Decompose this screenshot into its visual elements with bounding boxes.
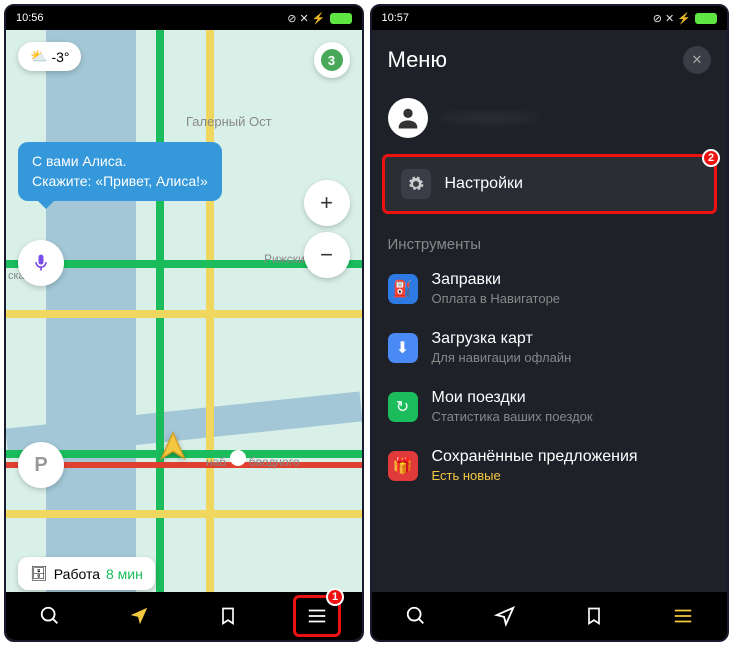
search-button[interactable] <box>392 595 440 637</box>
traffic-chip[interactable]: 3 <box>314 42 350 78</box>
zoom-in-button[interactable]: + <box>304 180 350 226</box>
zoom-out-button[interactable]: − <box>304 232 350 278</box>
menu-button[interactable] <box>659 595 707 637</box>
briefcase-icon: 🗄 <box>30 565 48 582</box>
menu-panel: Меню ✕ Настройки 2 Инструменты ⛽ <box>372 30 728 640</box>
map-canvas[interactable]: Галерный Ост Рижский наб бводного ская у… <box>6 30 362 640</box>
phone-right-menu: 10:57 ⊘ ✕ ⚡ Меню ✕ Настройки 2 <box>370 4 730 642</box>
alisa-bubble[interactable]: С вами Алиса. Скажите: «Привет, Алиса!» <box>18 142 222 201</box>
settings-item[interactable]: Настройки 2 <box>382 154 718 214</box>
section-header-tools: Инструменты <box>372 224 728 259</box>
fuel-icon: ⛽ <box>388 274 418 304</box>
callout-marker-2: 2 <box>702 149 720 167</box>
callout-marker-1: 1 <box>326 588 344 606</box>
avatar <box>388 98 428 138</box>
settings-label: Настройки <box>445 175 699 193</box>
trips-icon: ↻ <box>388 392 418 422</box>
bottom-nav: 1 <box>6 592 362 640</box>
menu-button[interactable]: 1 <box>293 595 341 637</box>
traffic-level: 3 <box>321 49 343 71</box>
status-time: 10:57 <box>382 12 653 24</box>
status-icons: ⊘ ✕ ⚡ <box>287 12 351 25</box>
profile-row[interactable] <box>372 90 728 154</box>
voice-button[interactable] <box>18 240 64 286</box>
weather-temp: -3° <box>51 49 69 65</box>
download-icon: ⬇ <box>388 333 418 363</box>
weather-icon: ⛅ <box>30 48 47 65</box>
status-bar: 10:56 ⊘ ✕ ⚡ <box>6 6 362 30</box>
status-bar: 10:57 ⊘ ✕ ⚡ <box>372 6 728 30</box>
close-icon: ✕ <box>692 52 703 68</box>
bookmarks-button[interactable] <box>570 595 618 637</box>
trips-item[interactable]: ↻ Мои поездки Статистика ваших поездок <box>372 377 728 436</box>
profile-name-redacted <box>440 110 540 126</box>
navigate-button[interactable] <box>115 595 163 637</box>
menu-header: Меню ✕ <box>372 30 728 90</box>
fuel-item[interactable]: ⛽ Заправки Оплата в Навигаторе <box>372 259 728 318</box>
work-route-chip[interactable]: 🗄 Работа 8 мин <box>18 557 155 590</box>
area-label: Галерный Ост <box>186 114 272 129</box>
navigate-button[interactable] <box>481 595 529 637</box>
bookmarks-button[interactable] <box>204 595 252 637</box>
menu-title: Меню <box>388 47 684 73</box>
weather-chip[interactable]: ⛅ -3° <box>18 42 81 71</box>
close-button[interactable]: ✕ <box>683 46 711 74</box>
gear-icon <box>401 169 431 199</box>
gift-icon: 🎁 <box>388 451 418 481</box>
status-time: 10:56 <box>16 12 287 24</box>
offers-item[interactable]: 🎁 Сохранённые предложения Есть новые <box>372 436 728 495</box>
location-cursor-icon <box>156 430 190 464</box>
bottom-nav <box>372 592 728 640</box>
phone-left-map: 10:56 ⊘ ✕ ⚡ Галерный Ост Рижский наб бво… <box>4 4 364 642</box>
parking-button[interactable]: P <box>18 442 64 488</box>
area-label: наб бводного <box>206 450 300 469</box>
search-button[interactable] <box>26 595 74 637</box>
download-maps-item[interactable]: ⬇ Загрузка карт Для навигации офлайн <box>372 318 728 377</box>
status-icons: ⊘ ✕ ⚡ <box>653 12 717 25</box>
